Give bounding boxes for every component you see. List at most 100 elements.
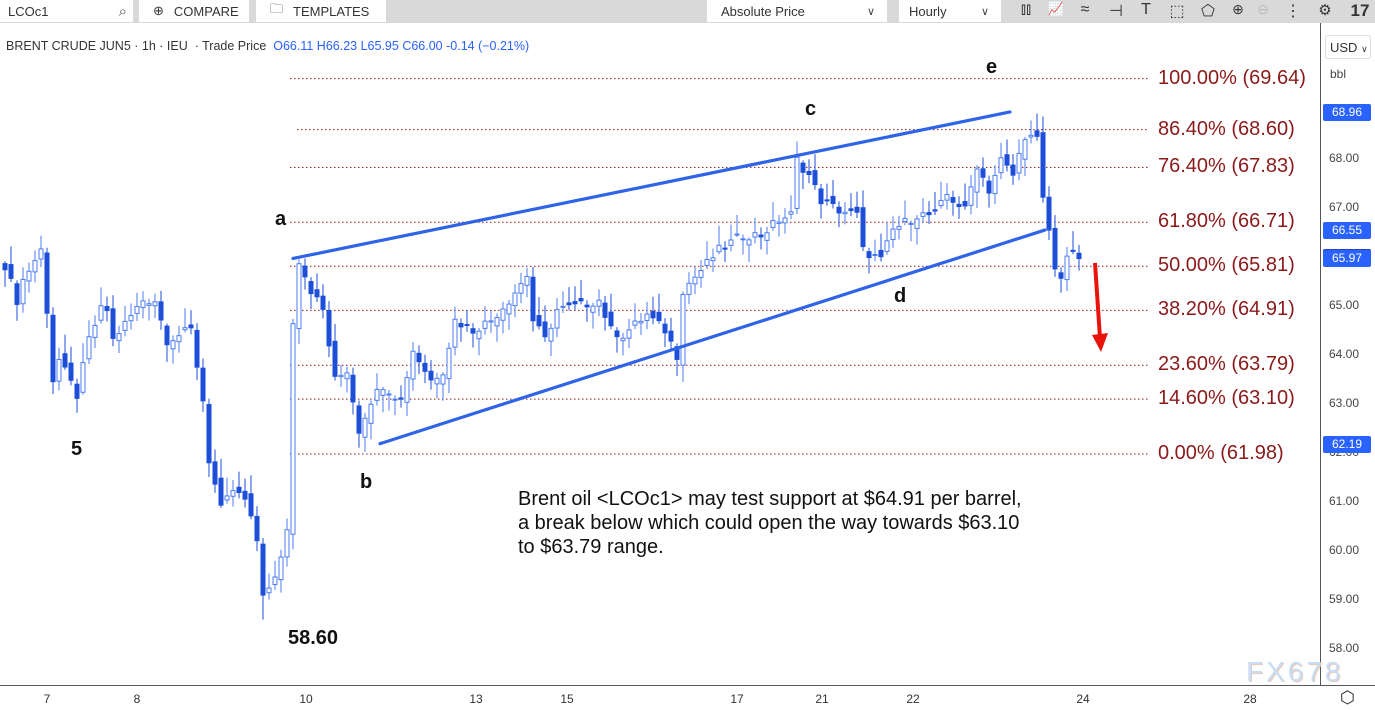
polygon-icon[interactable]: ⬠ — [1197, 1, 1219, 21]
wave-label-e: e — [986, 56, 998, 78]
candle-down — [608, 311, 614, 327]
candle-up — [782, 217, 788, 224]
candle-down — [662, 323, 668, 334]
candle-up — [20, 278, 26, 305]
price-axis[interactable]: 68.0067.0066.0065.0064.0063.0062.0061.00… — [1320, 23, 1375, 685]
time-tick: 10 — [299, 692, 313, 706]
wave-label-b: b — [360, 471, 373, 493]
plus-circle-icon: ⊕ — [153, 3, 164, 18]
candle-up — [872, 253, 878, 256]
candle-up — [296, 263, 302, 329]
settings-icon[interactable]: ⚙ — [1314, 1, 1336, 19]
candle-up — [590, 305, 596, 313]
candle-down — [1040, 132, 1046, 198]
candle-up — [278, 556, 284, 581]
candle-down — [332, 340, 338, 377]
candle-down — [1070, 249, 1076, 252]
candle-down — [956, 203, 962, 208]
candle-up — [38, 248, 44, 260]
candle-up — [380, 389, 386, 396]
candle-down — [668, 330, 674, 342]
compare-button[interactable]: ⊕ COMPARE — [139, 0, 249, 22]
candle-down — [800, 162, 806, 173]
candle-down — [158, 301, 164, 321]
candle-up — [56, 359, 62, 382]
horizontal-line-icon[interactable]: ⊣ — [1105, 1, 1127, 21]
candle-down — [356, 405, 362, 434]
candle-down — [926, 212, 932, 216]
zoom-out-icon[interactable]: ⊖ — [1252, 1, 1274, 18]
time-tick: 22 — [906, 692, 920, 706]
fib-label: 50.00% (65.81) — [1158, 254, 1295, 277]
candle-up — [290, 323, 296, 535]
candle-down — [350, 374, 356, 403]
candle-up — [344, 372, 350, 380]
candle-up — [944, 194, 950, 201]
indicator-icon[interactable]: 📈 — [1045, 1, 1067, 17]
price-tag: 68.96 — [1323, 103, 1371, 121]
candle-up — [1022, 139, 1028, 160]
candle-up — [746, 239, 752, 246]
candle-up — [434, 377, 440, 385]
candlestick-icon[interactable]: ⫾⫾ — [1015, 1, 1037, 19]
chevron-down-icon: ∨ — [866, 5, 875, 18]
candle-down — [824, 199, 830, 202]
candle-down — [950, 197, 956, 203]
candle-up — [896, 225, 902, 230]
price-mode-select[interactable]: Absolute Price ∨ — [707, 0, 887, 22]
candle-up — [968, 186, 974, 206]
currency-select[interactable]: USD ∨ — [1325, 35, 1371, 59]
candle-up — [794, 156, 800, 209]
candle-up — [776, 221, 782, 224]
more-icon[interactable]: ⋮ — [1282, 1, 1304, 21]
wave-label-d: d — [894, 285, 907, 307]
symbol-search-input[interactable]: LCOc1 ⌕ — [0, 0, 133, 22]
wave-label-c: c — [805, 98, 817, 120]
candle-up — [392, 398, 398, 401]
candle-up — [974, 168, 980, 193]
time-axis[interactable]: ⬡ 7 8 10 13 15 17 21 22 24 28 — [0, 685, 1375, 710]
candle-down — [536, 315, 542, 327]
candle-up — [284, 529, 290, 558]
candle-up — [176, 335, 182, 343]
templates-label: TEMPLATES — [293, 3, 370, 19]
candle-down — [578, 298, 584, 302]
candle-up — [374, 388, 380, 401]
candle-up — [32, 260, 38, 273]
interval-select[interactable]: Hourly ∨ — [899, 0, 1001, 22]
candle-down — [1010, 164, 1016, 176]
time-tick: 21 — [815, 692, 829, 706]
candle-up — [26, 270, 32, 282]
candle-down — [248, 493, 254, 517]
candle-up — [1028, 134, 1034, 138]
candle-down — [572, 301, 578, 305]
candle-up — [716, 244, 722, 253]
text-icon[interactable]: T — [1135, 1, 1157, 19]
candle-down — [650, 310, 656, 319]
candle-up — [362, 417, 368, 438]
candle-up — [134, 305, 140, 314]
candle-down — [1046, 196, 1052, 231]
axis-settings-icon[interactable]: ⬡ — [1340, 688, 1355, 708]
candle-down — [2, 263, 8, 271]
time-tick: 17 — [730, 692, 744, 706]
candle-up — [734, 233, 740, 236]
candle-down — [236, 486, 242, 494]
candle-up — [560, 305, 566, 308]
candle-down — [302, 265, 308, 278]
chevron-down-icon: ∨ — [980, 5, 989, 18]
studies-icon[interactable]: ≈ — [1074, 1, 1096, 19]
candle-down — [602, 302, 608, 318]
search-icon[interactable]: ⌕ — [119, 3, 127, 20]
tradingview-logo-icon: 17 — [1350, 1, 1370, 20]
candle-down — [104, 306, 110, 312]
candle-up — [86, 336, 92, 360]
candle-up — [506, 303, 512, 315]
templates-button[interactable]: 🗀 TEMPLATES — [256, 0, 386, 22]
zoom-in-icon[interactable]: ⊕ — [1227, 1, 1249, 18]
rectangle-icon[interactable]: ⬚ — [1166, 1, 1188, 21]
candle-down — [308, 281, 314, 295]
price-chart-canvas[interactable] — [0, 23, 1320, 685]
candle-down — [1052, 227, 1058, 270]
candle-down — [50, 314, 56, 383]
